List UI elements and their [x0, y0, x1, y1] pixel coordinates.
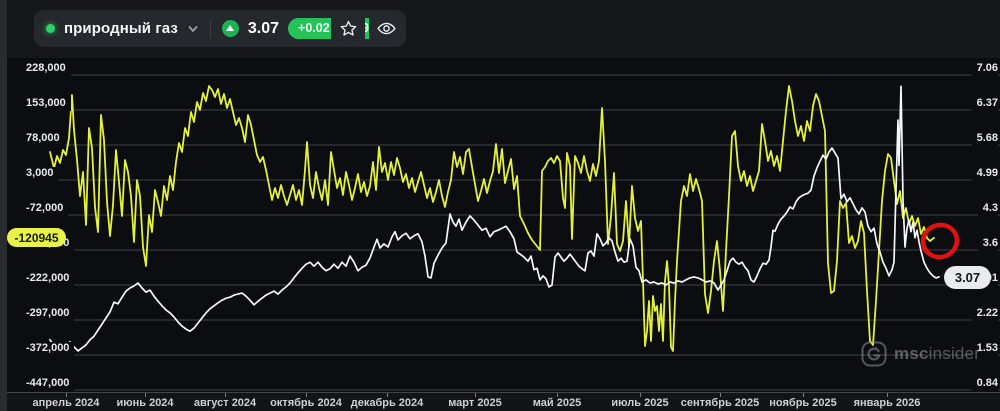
time-axis[interactable]: апрель 2024 июнь 2024 август 2024 октябрь 2… — [7, 392, 1000, 411]
price-chart[interactable]: 228,000153,00078,0003,000-72,000-147,000… — [7, 58, 1000, 392]
left-axis-tick-label: 78,000 — [26, 132, 65, 146]
watermark-logo-icon — [861, 341, 887, 367]
right-axis-tick-label: 2.22 — [971, 307, 998, 321]
left-axis-indicator-line — [49, 85, 935, 352]
trading-chart-screen: природный газ 3.07 +0.02 (+0.69%) 228,00… — [0, 0, 1000, 411]
chart-canvas[interactable] — [0, 0, 1000, 411]
right-axis-tick-label: 4.99 — [971, 167, 998, 181]
left-axis-tick-label: -222,000 — [26, 272, 75, 286]
time-tick-label: январь 2026 — [853, 397, 921, 409]
time-tick-label: август 2024 — [193, 397, 257, 409]
time-tick-label: июль 2025 — [611, 397, 669, 409]
left-axis-tick-label: 3,000 — [26, 167, 59, 181]
left-axis-tick-label: 228,000 — [26, 62, 71, 76]
right-axis-tick-label: 0.84 — [971, 377, 998, 391]
time-tick-label: май 2025 — [532, 397, 582, 409]
right-axis-tick-label: 7.06 — [971, 62, 998, 76]
right-axis-tick-label: 3.6 — [977, 237, 998, 251]
time-tick-label: ноябрь 2025 — [769, 397, 837, 409]
left-axis-tick-label: -447,000 — [26, 377, 75, 391]
right-axis-value-badge: 3.07 — [944, 265, 991, 289]
left-axis-tick-label: -72,000 — [26, 202, 69, 216]
left-axis-tick-label: -297,000 — [26, 307, 75, 321]
right-axis-tick-label: 5.68 — [971, 132, 998, 146]
time-tick-label: октябрь 2024 — [270, 397, 342, 409]
time-tick-label: сентябрь 2025 — [680, 397, 760, 409]
left-axis-value-badge: -120945 — [7, 228, 66, 248]
watermark: mscinsider — [861, 341, 980, 367]
right-axis-tick-label: 4.3 — [977, 202, 998, 216]
highlight-circle-annotation — [920, 222, 960, 260]
time-tick-label: март 2025 — [448, 397, 502, 409]
right-axis-tick-label: 6.37 — [971, 97, 998, 111]
watermark-text: mscinsider — [894, 344, 981, 363]
time-tick-label: апрель 2024 — [32, 397, 100, 409]
left-axis-tick-label: -372,000 — [26, 342, 75, 356]
time-tick-label: июнь 2024 — [116, 397, 174, 409]
time-tick-label: декабрь 2024 — [350, 397, 424, 409]
left-axis-tick-label: 153,000 — [26, 97, 71, 111]
